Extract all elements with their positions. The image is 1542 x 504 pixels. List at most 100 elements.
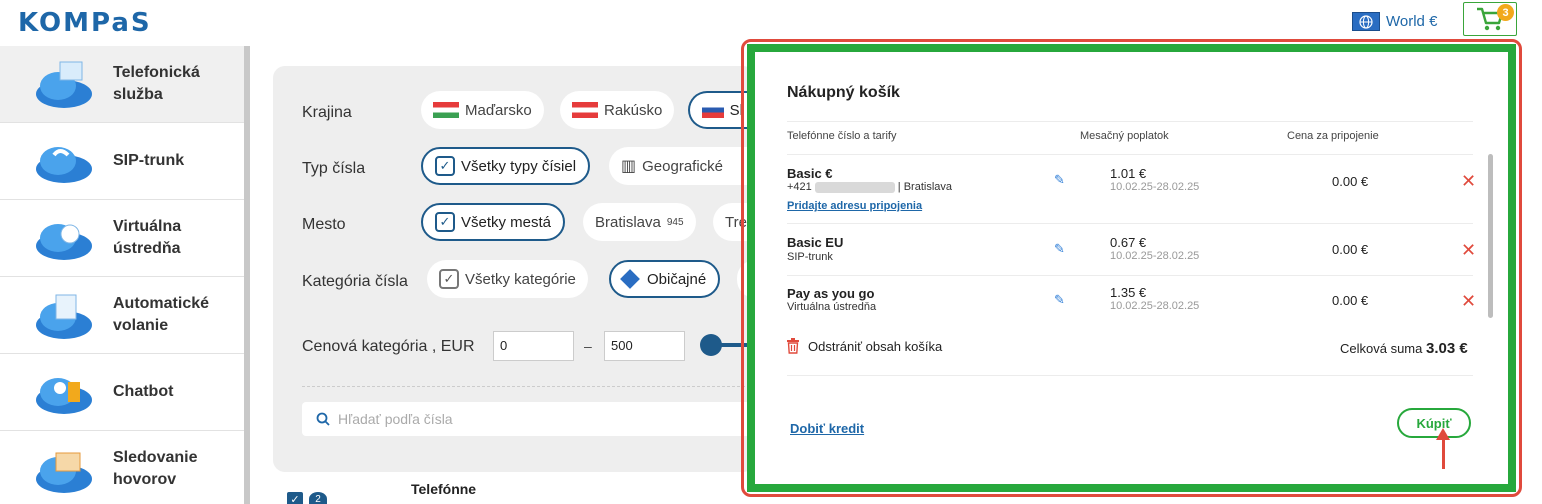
cart-item-monthly: 1.01 € [1110, 166, 1147, 181]
number-type-label: Typ čísla [302, 160, 366, 177]
add-address-link[interactable]: Pridajte adresu pripojenia [787, 200, 922, 212]
sidebar-item-label: Telefonická služba [113, 64, 200, 103]
cart-item-sub: SIP-trunk [787, 251, 833, 263]
sidebar-item-auto-dialer[interactable]: Automatické volanie [0, 277, 244, 354]
country-chip-hungary[interactable]: Maďarsko [421, 91, 544, 129]
country-label: Krajina [302, 104, 352, 121]
divider [787, 275, 1473, 276]
sidebar-item-label: Automatické volanie [113, 295, 210, 334]
cart-item-period: 10.02.25-28.02.25 [1110, 300, 1200, 312]
cart-item-connection: 0.00 € [1332, 293, 1369, 308]
number-search-input[interactable]: Hľadať podľa čísla [302, 402, 755, 436]
edit-icon[interactable]: ✎ [1054, 292, 1065, 308]
cart-item-name: Pay as you go [787, 286, 875, 301]
chip-label: Običajné [647, 270, 707, 288]
sidebar-item-label: Sledovanie hovorov [113, 449, 198, 488]
price-max-input[interactable]: 500 [604, 331, 685, 361]
diamond-icon [620, 269, 640, 289]
city-chip-all[interactable]: ✓ Všetky mestá [421, 203, 566, 241]
category-chip-all[interactable]: ✓ Všetky kategórie [427, 260, 588, 298]
chatbot-cloud-icon [36, 378, 92, 414]
divider [787, 121, 1473, 122]
remove-item-icon[interactable]: ✕ [1461, 172, 1476, 190]
number-prefix: +421 [787, 181, 812, 193]
region-selector[interactable]: World € [1352, 12, 1437, 31]
column-header-phone: Telefónne [411, 481, 477, 497]
cart-column-connection: Cena za pripojenie [1287, 130, 1379, 142]
sidebar-item-sip-trunk[interactable]: SIP-trunk [0, 123, 244, 200]
sidebar-item-label: Chatbot [113, 383, 174, 400]
cart-popup [755, 52, 1508, 484]
sidebar-item-virtual-pbx[interactable]: Virtuálna ústredňa [0, 200, 244, 277]
search-icon [316, 412, 330, 426]
kompas-logo[interactable]: KOMPaS [18, 8, 152, 38]
clear-cart-label: Odstrániť obsah košíka [808, 338, 943, 354]
cart-count-badge: 3 [1497, 4, 1514, 21]
chip-label: Všetky kategórie [465, 270, 576, 288]
country-chip-austria[interactable]: Rakúsko [560, 91, 675, 129]
remove-item-icon[interactable]: ✕ [1461, 292, 1476, 310]
sidebar-item-phone-service[interactable]: Telefonická služba [0, 46, 244, 123]
chip-label: Všetky typy čísiel [461, 157, 577, 175]
auto-dialer-cloud-icon [36, 294, 92, 339]
phone-service-cloud-icon [36, 61, 92, 108]
buy-button[interactable]: Kúpiť [1397, 408, 1471, 438]
number-type-chip-geographic[interactable]: ▥ Geografické [609, 147, 755, 185]
cart-item-name: Basic € [787, 166, 833, 181]
range-dash: – [584, 338, 592, 354]
clear-cart-button[interactable]: Odstrániť obsah košíka [786, 338, 942, 354]
blurred-number [814, 181, 895, 193]
cart-total: Celková suma 3.03 € [1340, 340, 1468, 357]
city-count: 945 [666, 216, 684, 228]
price-min-input[interactable]: 0 [493, 331, 574, 361]
building-icon: ▥ [621, 158, 637, 175]
edit-icon[interactable]: ✎ [1054, 172, 1065, 188]
cart-item-monthly: 1.35 € [1110, 285, 1147, 300]
cart-item-monthly: 0.67 € [1110, 235, 1147, 250]
category-chip-ordinary[interactable]: Običajné [609, 260, 721, 298]
slovakia-flag-icon [702, 102, 724, 118]
hungary-flag-icon [433, 102, 459, 118]
city-label: Mesto [302, 216, 346, 233]
cart-item-number: +421 | Bratislava [787, 181, 952, 193]
select-all-checkbox[interactable]: ✓ [287, 492, 303, 504]
cart-item-connection: 0.00 € [1332, 174, 1369, 189]
number-type-chip-all[interactable]: ✓ Všetky typy čísiel [421, 147, 591, 185]
call-tracking-cloud-icon [36, 452, 92, 493]
chip-label: Maďarsko [465, 101, 532, 119]
cart-scrollbar[interactable] [1488, 154, 1493, 318]
austria-flag-icon [572, 102, 598, 118]
check-icon: ✓ [435, 212, 455, 232]
divider [787, 154, 1473, 155]
sidebar-item-label: SIP-trunk [113, 152, 185, 169]
virtual-pbx-cloud-icon [36, 224, 92, 260]
search-placeholder: Hľadať podľa čísla [338, 411, 453, 427]
cart-item-name: Basic EU [787, 235, 844, 250]
remove-item-icon[interactable]: ✕ [1461, 241, 1476, 259]
cart-column-monthly: Mesačný poplatok [1080, 130, 1169, 142]
chip-label: Všetky mestá [461, 213, 552, 231]
number-city: | Bratislava [897, 181, 952, 193]
chip-label: Rakúsko [604, 101, 663, 119]
category-label: Kategória čísla [302, 273, 408, 290]
cart-button[interactable]: 3 [1463, 2, 1517, 36]
globe-icon [1352, 12, 1380, 31]
sidebar-item-call-tracking[interactable]: Sledovanie hovorov [0, 431, 244, 504]
check-icon: ✓ [435, 156, 455, 176]
edit-icon[interactable]: ✎ [1054, 241, 1065, 257]
chip-label: Geografické [642, 157, 723, 175]
total-label: Celková suma [1340, 341, 1423, 356]
annotation-arrow [1442, 437, 1445, 469]
sip-trunk-cloud-icon [36, 147, 92, 183]
cart-item-period: 10.02.25-28.02.25 [1110, 181, 1200, 193]
price-slider-handle[interactable] [700, 334, 722, 356]
sidebar-item-label: Virtuálna ústredňa [113, 218, 182, 257]
city-chip-bratislava[interactable]: Bratislava 945 [583, 203, 696, 241]
sidebar-scrollbar[interactable] [244, 46, 250, 504]
chip-label: Bratislava [595, 213, 661, 231]
top-up-credit-link[interactable]: Dobiť kredit [790, 421, 864, 436]
divider [787, 223, 1473, 224]
sidebar-item-chatbot[interactable]: Chatbot [0, 354, 244, 431]
price-label: Cenová kategória , EUR [302, 338, 475, 355]
cart-column-phone: Telefónne číslo a tarify [787, 130, 897, 142]
